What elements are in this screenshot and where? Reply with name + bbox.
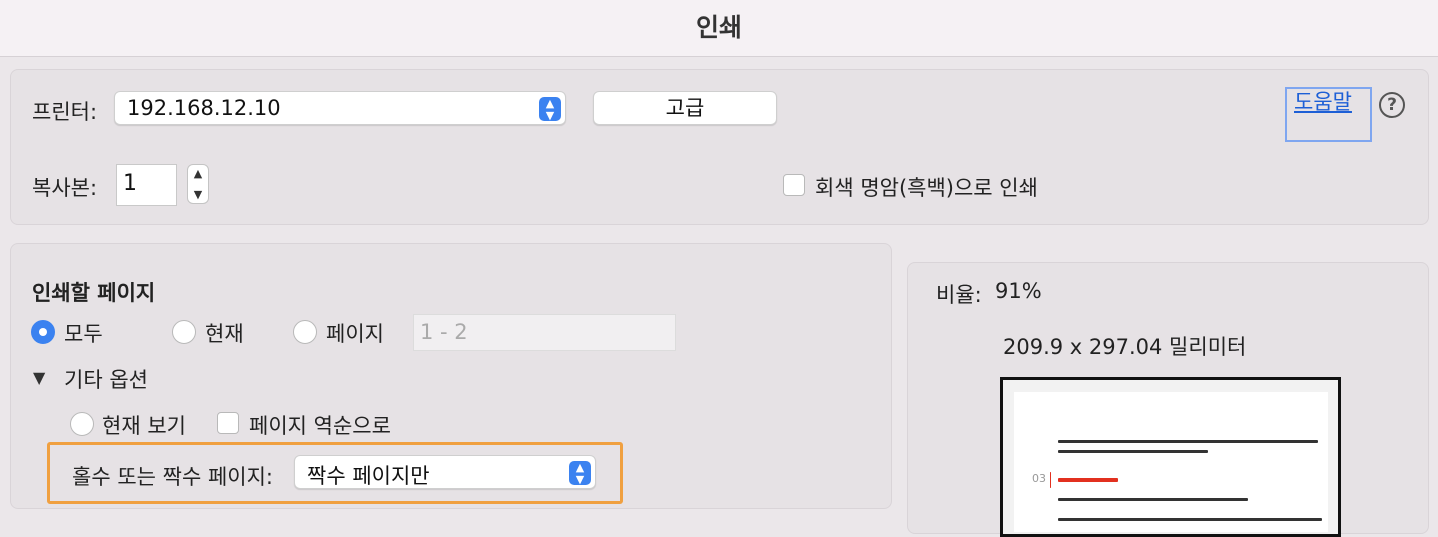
- preview-page-sheet: 03: [1014, 392, 1328, 532]
- chevron-up-icon[interactable]: ▲: [188, 167, 208, 180]
- radio-pages[interactable]: [293, 320, 317, 344]
- page-range-input[interactable]: 1 - 2: [413, 314, 676, 351]
- radio-current-label: 현재: [205, 322, 244, 346]
- copies-input[interactable]: 1: [116, 164, 177, 206]
- advanced-button[interactable]: 고급: [593, 91, 777, 125]
- odd-even-select-value: 짝수 페이지만: [307, 464, 430, 488]
- printer-select[interactable]: 192.168.12.10 ▲ ▼: [114, 91, 566, 125]
- odd-even-label: 홀수 또는 짝수 페이지:: [72, 465, 273, 489]
- preview-text-line: [1058, 450, 1208, 453]
- reverse-order-checkbox[interactable]: [217, 412, 239, 434]
- copies-label: 복사본:: [32, 176, 98, 200]
- preview-text-line: [1058, 498, 1248, 501]
- select-arrows-icon: ▲ ▼: [539, 97, 561, 121]
- select-arrows-icon: ▲ ▼: [569, 461, 591, 485]
- question-mark-icon[interactable]: ?: [1379, 92, 1405, 118]
- more-options-toggle[interactable]: 기타 옵션: [64, 364, 148, 394]
- preview-divider: [1050, 472, 1051, 488]
- radio-pages-label: 페이지: [326, 322, 384, 346]
- pages-heading: 인쇄할 페이지: [32, 281, 156, 305]
- title-bar: 인쇄: [0, 0, 1438, 57]
- copies-stepper[interactable]: ▲ ▼: [187, 164, 209, 204]
- printer-select-value: 192.168.12.10: [127, 96, 281, 120]
- page-range-placeholder: 1 - 2: [420, 320, 468, 344]
- window-title: 인쇄: [695, 13, 742, 42]
- scale-value: 91%: [995, 279, 1042, 303]
- printer-label: 프린터:: [32, 100, 98, 124]
- odd-even-select[interactable]: 짝수 페이지만 ▲ ▼: [294, 455, 596, 489]
- grayscale-label: 회색 명암(흑백)으로 인쇄: [815, 176, 1038, 200]
- help-link-focus-ring: [1285, 87, 1372, 142]
- copies-input-value: 1: [123, 171, 137, 196]
- preview-text-line: [1058, 518, 1322, 521]
- chevron-down-icon[interactable]: ▼: [188, 188, 208, 201]
- radio-all-label: 모두: [64, 322, 103, 346]
- preview-red-heading: [1058, 478, 1118, 482]
- radio-current[interactable]: [172, 320, 196, 344]
- grayscale-checkbox[interactable]: [783, 174, 805, 196]
- reverse-order-label: 페이지 역순으로: [249, 414, 391, 438]
- paper-size: 209.9 x 297.04 밀리미터: [1003, 335, 1247, 359]
- preview-page-number: 03: [1032, 472, 1046, 485]
- preview-text-line: [1058, 440, 1318, 443]
- disclosure-triangle-icon[interactable]: ▼: [33, 368, 45, 387]
- current-view-label: 현재 보기: [102, 414, 186, 438]
- radio-current-view[interactable]: [70, 412, 94, 436]
- page-preview: 03: [1000, 377, 1341, 537]
- radio-all[interactable]: [31, 320, 55, 344]
- scale-label: 비율:: [936, 283, 982, 307]
